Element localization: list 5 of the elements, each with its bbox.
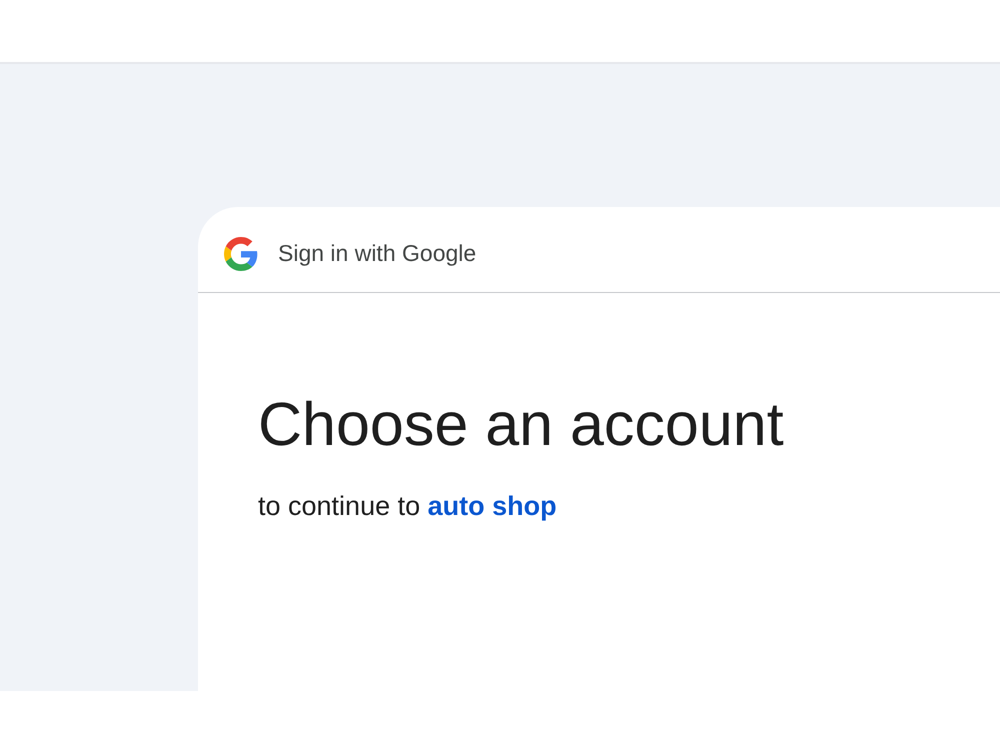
continue-subtitle: to continue to auto shop: [258, 491, 557, 522]
header-title: Sign in with Google: [278, 240, 476, 268]
g-logo-icon: [224, 236, 258, 270]
app-link[interactable]: auto shop: [428, 491, 557, 522]
page-heading: Choose an account: [258, 389, 784, 460]
